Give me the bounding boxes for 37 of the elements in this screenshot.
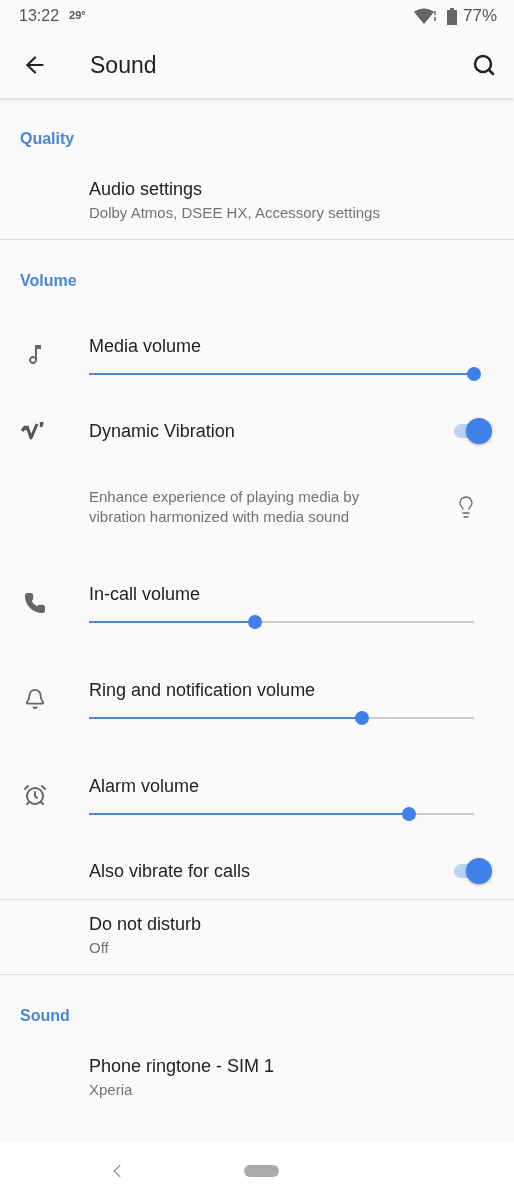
setting-summary: Xperia [89, 1081, 134, 1098]
home-button[interactable] [244, 1165, 279, 1177]
setting-item[interactable]: Phone ringtone - SIM 1 Xperia [0, 1042, 514, 1116]
setting-title: Phone ringtone - SIM 1 [89, 1056, 276, 1077]
slider-label: Alarm volume [89, 775, 201, 797]
toggle-switch[interactable] [452, 858, 490, 884]
battery-icon [446, 7, 457, 25]
search-button[interactable] [472, 53, 496, 77]
setting-summary: Off [89, 939, 110, 956]
bell-icon [23, 688, 46, 710]
toggle-switch[interactable] [452, 418, 490, 444]
section-header: Quality [19, 129, 76, 149]
setting-item[interactable]: Audio settings Dolby Atmos, DSEE HX, Accessory settings [0, 165, 514, 239]
slider-thumb[interactable] [401, 806, 416, 821]
setting-item[interactable]: Do not disturb Off [0, 900, 514, 974]
section-header: Volume [19, 271, 78, 291]
switch-label: Dynamic Vibration [89, 420, 236, 442]
slider-thumb[interactable] [467, 366, 481, 381]
setting-title: Do not disturb [89, 914, 203, 935]
description-text: Enhance experience of playing media by vibration harmonized with media sound [89, 487, 361, 527]
setting-title: Audio settings [89, 179, 204, 200]
slider-thumb[interactable] [355, 710, 370, 725]
slider-thumb[interactable] [247, 614, 262, 629]
music-note-icon [27, 344, 42, 366]
setting-summary: Dolby Atmos, DSEE HX, Accessory settings [89, 204, 381, 221]
status-time: 13:22 [19, 7, 60, 25]
slider-label: In-call volume [89, 583, 202, 605]
phone-icon [23, 592, 46, 614]
page-title: Sound [90, 51, 158, 79]
switch-label: Also vibrate for calls [89, 860, 252, 882]
alarm-clock-icon [22, 783, 47, 807]
status-temperature: 29° [69, 9, 86, 21]
section-header: Sound [19, 1006, 71, 1026]
battery-percentage: 77% [462, 6, 497, 26]
wifi-icon [412, 8, 437, 24]
slider-label: Ring and notification volume [89, 679, 317, 701]
slider-label: Media volume [89, 335, 203, 357]
